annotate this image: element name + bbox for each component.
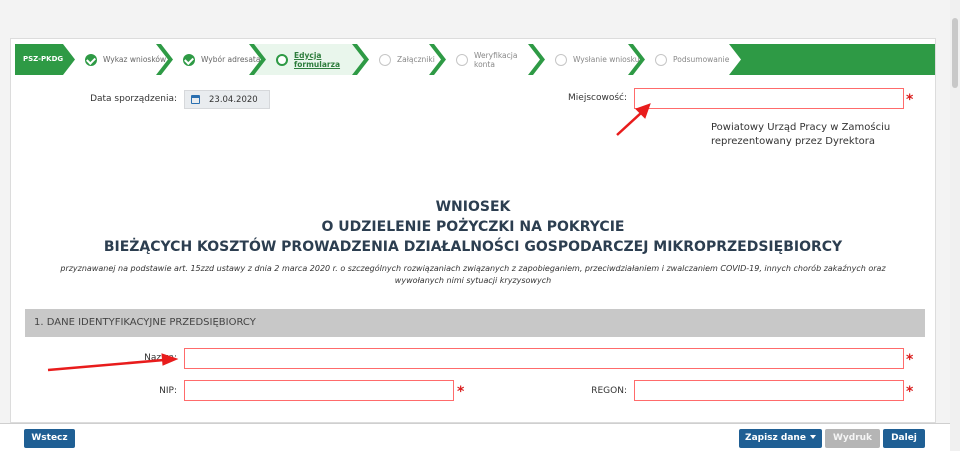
- step-edycja-formularza[interactable]: Edycja formularza: [254, 44, 364, 75]
- name-input[interactable]: [184, 348, 904, 369]
- document-title: WNIOSEK O UDZIELENIE POŻYCZKI NA POKRYCI…: [11, 197, 935, 257]
- title-line-3: BIEŻĄCYCH KOSZTÓW PROWADZENIA DZIAŁALNOŚ…: [103, 239, 843, 255]
- pending-step-icon: [655, 54, 667, 66]
- action-bar: Wstecz Zapisz dane Wydruk Dalej: [0, 423, 950, 451]
- required-marker: *: [457, 384, 465, 400]
- check-icon: [183, 54, 195, 66]
- city-label: Miejscowość:: [568, 93, 627, 103]
- office-line-1: Powiatowy Urząd Pracy w Zamościu: [711, 122, 891, 133]
- page: PSZ-PKDG Wykaz wniosków Wybór adresata E…: [0, 0, 960, 451]
- step-label: Edycja formularza: [294, 50, 341, 69]
- step-zalaczniki[interactable]: Załączniki: [357, 44, 441, 75]
- step-wyslanie-wniosku[interactable]: Wysłanie wniosku: [533, 44, 640, 75]
- city-input[interactable]: [634, 88, 904, 109]
- step-label: Weryfikacja konta: [474, 50, 518, 69]
- office-recipient: Powiatowy Urząd Pracy w Zamościu repreze…: [711, 121, 890, 149]
- legal-basis: przyznawanej na podstawie art. 15zzd ust…: [60, 264, 886, 285]
- regon-label: REGON:: [591, 386, 627, 396]
- pending-step-icon: [555, 54, 567, 66]
- print-button[interactable]: Wydruk: [825, 429, 880, 448]
- step-label: Załączniki: [397, 55, 435, 64]
- calendar-icon: [191, 95, 200, 104]
- step-podsumowanie[interactable]: Podsumowanie: [633, 44, 741, 75]
- step-wybor-adresata[interactable]: Wybór adresata: [161, 44, 261, 75]
- current-step-icon: [276, 54, 288, 66]
- scrollbar[interactable]: [950, 0, 960, 451]
- step-label: Wysłanie wniosku: [573, 55, 640, 64]
- date-field: 23.04.2020: [184, 90, 270, 109]
- step-label: Wykaz wniosków: [103, 55, 167, 64]
- wizard-stepper: PSZ-PKDG Wykaz wniosków Wybór adresata E…: [15, 44, 935, 75]
- save-label: Zapisz dane: [745, 433, 806, 443]
- section-header-identification: 1. DANE IDENTYFIKACYJNE PRZEDSIĘBIORCY: [25, 309, 925, 337]
- check-icon: [85, 54, 97, 66]
- name-label: Nazwa:: [144, 353, 177, 363]
- regon-input[interactable]: [634, 380, 904, 401]
- form-card: PSZ-PKDG Wykaz wniosków Wybór adresata E…: [10, 38, 936, 423]
- nip-label: NIP:: [159, 386, 177, 396]
- back-button[interactable]: Wstecz: [24, 429, 75, 448]
- stepper-code: PSZ-PKDG: [23, 55, 64, 63]
- office-line-2: reprezentowany przez Dyrektora: [711, 136, 875, 147]
- date-label: Data sporządzenia:: [90, 94, 177, 104]
- required-marker: *: [906, 352, 914, 368]
- step-wykaz-wnioskow[interactable]: Wykaz wniosków: [63, 44, 168, 75]
- title-line-2: O UDZIELENIE POŻYCZKI NA POKRYCIE: [321, 219, 625, 235]
- date-value: 23.04.2020: [209, 94, 258, 105]
- step-weryfikacja-konta[interactable]: Weryfikacja konta: [434, 44, 540, 75]
- title-line-1: WNIOSEK: [435, 199, 511, 215]
- required-marker: *: [906, 384, 914, 400]
- save-button[interactable]: Zapisz dane: [739, 429, 822, 448]
- required-marker: *: [906, 92, 914, 108]
- nip-input[interactable]: [184, 380, 454, 401]
- caret-down-icon: [809, 435, 816, 439]
- step-label: Podsumowanie: [673, 55, 730, 64]
- scrollbar-thumb[interactable]: [952, 18, 958, 88]
- pending-step-icon: [379, 54, 391, 66]
- next-button[interactable]: Dalej: [883, 429, 925, 448]
- step-label: Wybór adresata: [201, 55, 261, 64]
- pending-step-icon: [456, 54, 468, 66]
